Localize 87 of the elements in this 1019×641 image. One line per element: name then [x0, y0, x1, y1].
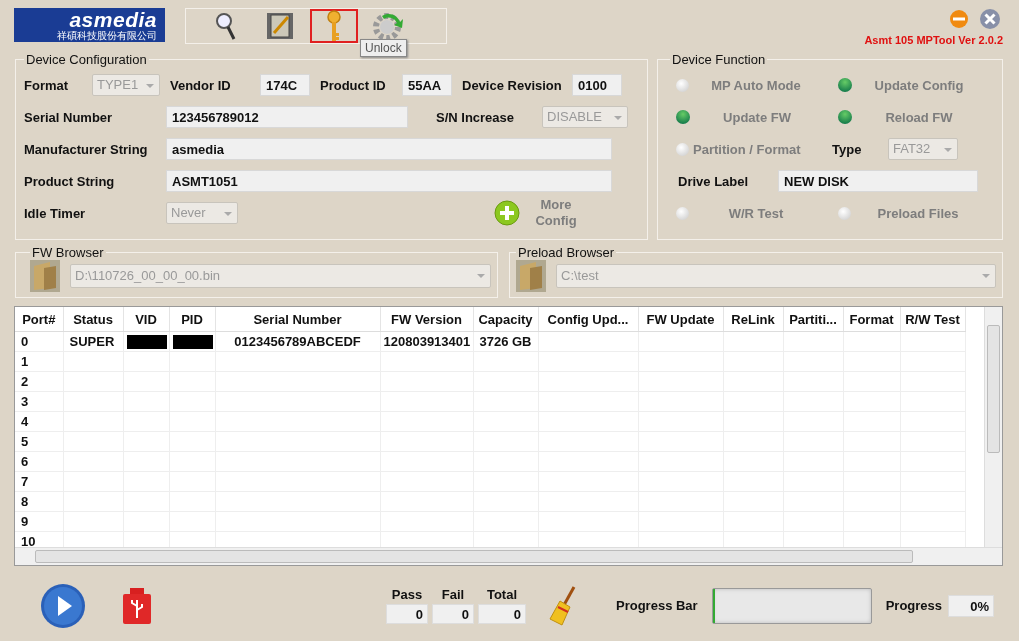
option-label: Update FW: [722, 109, 792, 125]
play-button[interactable]: [40, 582, 86, 629]
table-cell: 5: [21, 434, 29, 449]
column-header[interactable]: Serial Number: [215, 307, 380, 332]
radio-button[interactable]: [838, 78, 852, 92]
field-label: Product ID: [320, 77, 387, 93]
folder-icon[interactable]: [30, 260, 60, 292]
group-title: Device Configuration: [25, 52, 148, 67]
group-title: FW Browser: [31, 245, 105, 260]
counter-label: Total: [486, 587, 518, 602]
field-label: Manufacturer String: [24, 141, 149, 157]
table-cell: 3: [21, 394, 29, 409]
table-cell: 6: [21, 454, 29, 469]
counter-field: 0: [478, 604, 526, 624]
option-label: Partition / Format: [692, 141, 802, 157]
table-cell: 9: [21, 514, 29, 529]
broom-icon[interactable]: [548, 584, 578, 627]
drive-label-field[interactable]: NEW DISK: [778, 170, 978, 192]
option-label: W/R Test: [727, 205, 785, 221]
column-header[interactable]: ReLink: [723, 307, 783, 332]
minimize-icon[interactable]: [949, 9, 969, 29]
option-label: MP Auto Mode: [710, 77, 802, 93]
field-label: Vendor ID: [170, 77, 232, 93]
counter-label: Fail: [441, 587, 465, 602]
table-cell: 1: [21, 354, 29, 369]
radio-button[interactable]: [838, 110, 852, 124]
company-logo: asmedia 祥碩科技股份有限公司: [14, 8, 165, 42]
table-cell: 8: [21, 494, 29, 509]
plus-icon[interactable]: [494, 200, 520, 226]
table-cell: 3726 GB: [479, 334, 532, 349]
table-cell: 4: [21, 414, 29, 429]
column-header[interactable]: Port#: [15, 307, 63, 332]
vertical-scrollbar[interactable]: [984, 307, 1002, 547]
option-label: Preload Files: [876, 205, 960, 221]
column-header[interactable]: Capacity: [473, 307, 538, 332]
column-header[interactable]: PID: [169, 307, 215, 332]
vendor-id-field[interactable]: 174C: [260, 74, 310, 96]
serial-number-field[interactable]: 123456789012: [166, 106, 408, 128]
manufacturer-string-field[interactable]: asmedia: [166, 138, 612, 160]
folder-icon[interactable]: [516, 260, 546, 292]
group-title: Preload Browser: [517, 245, 616, 260]
field-label: Drive Label: [678, 173, 750, 189]
column-header[interactable]: VID: [123, 307, 169, 332]
field-label: S/N Increase: [436, 109, 516, 125]
radio-button[interactable]: [676, 142, 689, 156]
column-header[interactable]: Config Upd...: [538, 307, 638, 332]
counter-field: 0: [432, 604, 474, 624]
table-cell: 7: [21, 474, 29, 489]
device-revision-field[interactable]: 0100: [572, 74, 622, 96]
field-label: Device Revision: [462, 77, 563, 93]
table-cell: 2: [21, 374, 29, 389]
column-header[interactable]: Partiti...: [783, 307, 843, 332]
option-label: Reload FW: [884, 109, 954, 125]
radio-button[interactable]: [676, 110, 690, 124]
version-label: Asmt 105 MPTool Ver 2.0.2: [864, 34, 1003, 46]
counter-field: 0: [386, 604, 428, 624]
counter-label: Pass: [391, 587, 423, 602]
option-label: Update Config: [873, 77, 965, 93]
table-cell: 10: [21, 534, 36, 547]
field-label: Idle Timer: [24, 205, 87, 221]
tooltip: Unlock: [360, 39, 407, 57]
usb-drive-icon[interactable]: [122, 587, 152, 624]
table-cell: 0: [21, 334, 29, 349]
radio-button[interactable]: [676, 206, 689, 220]
table-cell: 0123456789ABCEDF: [234, 334, 361, 349]
column-header[interactable]: FW Version: [380, 307, 473, 332]
group-title: Device Function: [671, 52, 767, 67]
key-icon[interactable]: [310, 9, 358, 43]
horizontal-scrollbar[interactable]: [15, 547, 1002, 565]
column-header[interactable]: FW Update: [638, 307, 723, 332]
column-header[interactable]: Status: [63, 307, 123, 332]
field-label: Product String: [24, 173, 116, 189]
field-label: Type: [832, 141, 863, 157]
field-label: Format: [24, 77, 70, 93]
radio-button[interactable]: [676, 78, 689, 92]
progress-label: Progress: [885, 598, 943, 613]
progress-field: 0%: [948, 594, 995, 617]
table-cell: 120803913401: [383, 334, 471, 349]
column-header[interactable]: Format: [843, 307, 900, 332]
product-id-field[interactable]: 55AA: [402, 74, 452, 96]
product-string-field[interactable]: ASMT1051: [166, 170, 612, 192]
progress-bar-label: Progress Bar: [616, 598, 698, 613]
radio-button[interactable]: [838, 206, 851, 220]
table-cell: SUPER: [69, 334, 115, 349]
column-header[interactable]: R/W Test: [900, 307, 965, 332]
field-label: Serial Number: [24, 109, 114, 125]
close-icon[interactable]: [979, 8, 1001, 30]
